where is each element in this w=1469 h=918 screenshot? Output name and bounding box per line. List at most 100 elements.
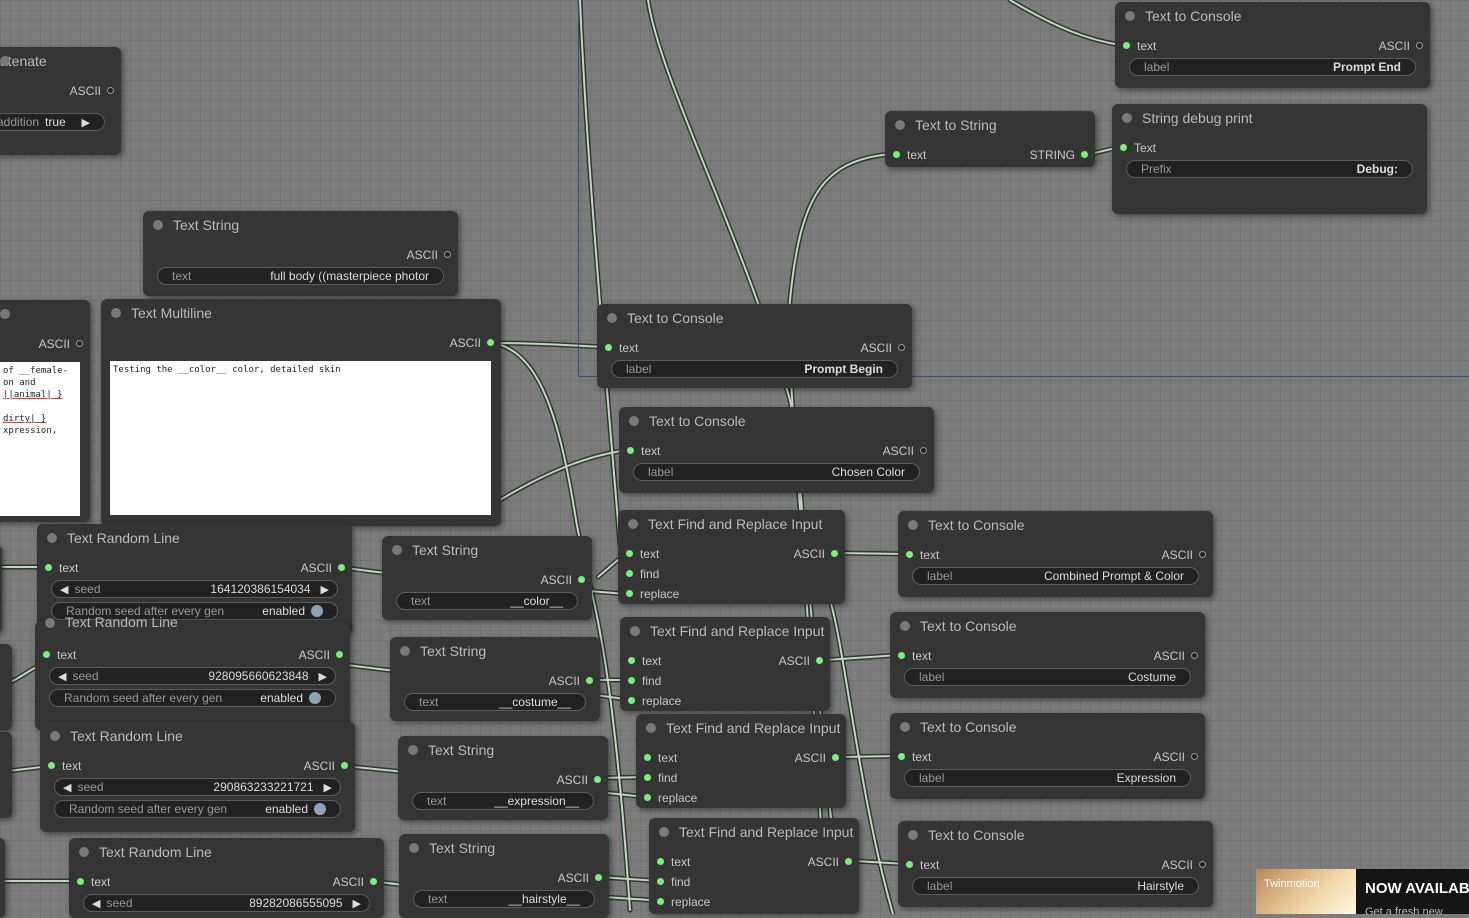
input-slot[interactable]: text [627,654,661,668]
text-random-line-node[interactable]: Text Random Line text ASCII ◀ seed 89282… [69,838,384,918]
output-slot[interactable]: ASCII [407,248,452,262]
seed-stepper[interactable]: ◀ seed 928095660623848 ▶ [49,667,336,685]
text-to-console-node[interactable]: Text to Console text ASCII label Express… [890,713,1205,799]
random-seed-toggle[interactable]: Random seed after every gen enabled [49,689,336,707]
text-to-string-node[interactable]: Text to String text STRING [885,111,1095,167]
output-slot[interactable]: ASCII [795,751,840,765]
text-field[interactable]: text __expression__ [412,792,594,810]
increment-icon[interactable]: ▶ [321,583,329,596]
output-slot[interactable]: ASCII [304,759,349,773]
find-replace-node[interactable]: Text Find and Replace Input text ASCII f… [618,510,845,604]
partial-multiline-node[interactable]: ASCII of __female-on and ||animal| } dirty… [0,300,90,522]
find-replace-node[interactable]: Text Find and Replace Input text ASCII f… [649,818,859,914]
output-slot[interactable]: ASCII [549,674,594,688]
input-slot[interactable]: text [897,649,931,663]
input-slot[interactable]: text [1122,39,1156,53]
offscreen-node[interactable] [0,838,5,918]
offscreen-node[interactable] [0,732,12,818]
output-slot[interactable]: ASCII [333,875,378,889]
output-slot[interactable]: ASCII [794,547,839,561]
input-slot[interactable]: text [625,547,659,561]
output-slot[interactable]: ASCII [39,337,84,351]
output-slot[interactable]: ASCII [557,773,602,787]
output-slot[interactable]: ASCII [1162,548,1207,562]
prefix-field[interactable]: Prefix Debug: [1126,160,1413,178]
text-random-line-node[interactable]: Text Random Line text ASCII ◀ seed 92809… [35,614,350,730]
input-slot[interactable]: text [47,759,81,773]
seed-stepper[interactable]: ◀ seed 89282086555095 ▶ [83,894,370,912]
label-field[interactable]: label Chosen Color [633,463,920,481]
random-seed-toggle[interactable]: Random seed after every gen enabled [54,800,341,818]
input-slot[interactable]: find [627,674,661,688]
text-to-console-node[interactable]: Text to Console text ASCII label Chosen … [619,407,934,493]
text-string-node[interactable]: Text String ASCII text full body ((maste… [143,211,458,296]
input-slot[interactable]: text [897,750,931,764]
label-field[interactable]: label Hairstyle [912,877,1199,895]
input-slot[interactable]: text [626,444,660,458]
text-string-node[interactable]: Text String ASCII text __costume__ [390,637,600,721]
decrement-icon[interactable]: ◀ [63,781,71,794]
find-replace-node[interactable]: Text Find and Replace Input text ASCII f… [620,617,830,711]
find-replace-node[interactable]: Text Find and Replace Input text ASCII f… [636,714,846,808]
decrement-icon[interactable]: ◀ [58,670,66,683]
text-to-console-node[interactable]: Text to Console text ASCII label Combine… [898,511,1213,597]
input-slot[interactable]: text [892,148,926,162]
input-slot[interactable]: find [656,875,690,889]
text-field[interactable]: text __costume__ [404,693,586,711]
output-slot[interactable]: ASCII [558,871,603,885]
output-slot[interactable]: ASCII [861,341,906,355]
ad-banner[interactable]: Twinmotion NOW AVAILAB Get a fresh new [1256,869,1469,914]
input-slot[interactable]: find [625,567,659,581]
text-to-console-node[interactable]: Text to Console text ASCII label Costume [890,612,1205,698]
prompt-textarea[interactable]: of __female-on and ||animal| } dirty| } xpr… [0,362,80,516]
input-slot[interactable]: text [643,751,677,765]
input-slot[interactable]: replace [656,895,710,909]
output-slot[interactable]: ASCII [779,654,824,668]
input-slot[interactable]: replace [643,791,697,805]
output-slot[interactable]: ASCII [70,84,115,98]
text-to-console-node[interactable]: Text to Console text ASCII label Prompt … [1115,2,1430,88]
text-field[interactable]: text full body ((masterpiece photor [157,267,444,285]
addition-toggle[interactable]: addition true ▶ [0,113,105,131]
label-field[interactable]: label Costume [904,668,1191,686]
input-slot[interactable]: text [905,858,939,872]
input-slot[interactable]: find [643,771,677,785]
text-string-node[interactable]: Text String ASCII text __hairstyle__ [399,834,609,918]
text-field[interactable]: text __color__ [396,592,578,610]
output-slot[interactable]: ASCII [1154,649,1199,663]
decrement-icon[interactable]: ◀ [92,897,100,910]
label-field[interactable]: label Combined Prompt & Color [912,567,1199,585]
output-slot[interactable]: ASCII [808,855,853,869]
input-slot[interactable]: replace [625,587,679,601]
input-slot[interactable]: text [604,341,638,355]
input-slot[interactable]: text [76,875,110,889]
output-slot[interactable]: ASCII [1154,750,1199,764]
multiline-textarea[interactable]: Testing the __color__ color, detailed sk… [110,361,491,515]
label-field[interactable]: label Expression [904,769,1191,787]
input-slot[interactable]: text [905,548,939,562]
text-string-node[interactable]: Text String ASCII text __expression__ [398,736,608,820]
input-slot[interactable]: text [42,648,76,662]
output-slot[interactable]: ASCII [301,561,346,575]
label-field[interactable]: label Prompt End [1129,58,1416,76]
text-string-node[interactable]: Text String ASCII text __color__ [382,536,592,620]
output-slot[interactable]: ASCII [299,648,344,662]
offscreen-node[interactable] [0,545,2,633]
output-slot[interactable]: ASCII [1379,39,1424,53]
input-slot[interactable]: replace [627,694,681,708]
offscreen-node[interactable] [0,644,12,730]
concatenate-node[interactable]: atenate ASCII addition true ▶ [0,47,121,155]
output-slot[interactable]: ASCII [1162,858,1207,872]
output-slot[interactable]: ASCII [541,573,586,587]
text-to-console-node[interactable]: Text to Console text ASCII label Prompt … [597,304,912,388]
seed-stepper[interactable]: ◀ seed 290863233221721 ▶ [54,778,341,796]
input-slot[interactable]: text [656,855,690,869]
text-multiline-node[interactable]: Text Multiline ASCII Testing the __color… [101,299,501,526]
input-slot[interactable]: text [44,561,78,575]
text-field[interactable]: text __hairstyle__ [413,890,595,908]
output-slot[interactable]: ASCII [883,444,928,458]
label-field[interactable]: label Prompt Begin [611,360,898,378]
increment-icon[interactable]: ▶ [319,670,327,683]
input-slot[interactable]: Text [1119,141,1156,155]
increment-icon[interactable]: ▶ [324,781,332,794]
